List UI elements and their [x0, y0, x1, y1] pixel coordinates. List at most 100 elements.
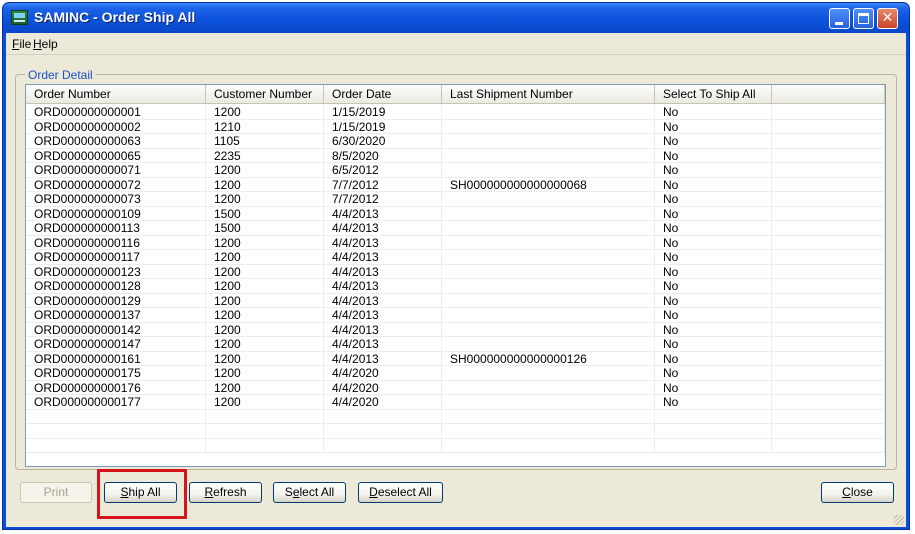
- refresh-button[interactable]: Refresh: [189, 482, 262, 503]
- order-date-cell: 4/4/2013: [324, 351, 442, 366]
- customer-number-cell: 1200: [206, 177, 324, 192]
- table-row[interactable]: ORD000000000117 1200 4/4/2013 No: [26, 250, 885, 265]
- filler-cell: [772, 177, 885, 192]
- resize-grip[interactable]: [894, 515, 904, 525]
- customer-number-cell: 1200: [206, 395, 324, 410]
- table-row[interactable]: ORD000000000137 1200 4/4/2013 No: [26, 308, 885, 323]
- select-to-ship-all-cell: No: [655, 395, 772, 410]
- select-to-ship-all-cell: No: [655, 134, 772, 149]
- table-row[interactable]: ORD000000000176 1200 4/4/2020 No: [26, 380, 885, 395]
- table-row[interactable]: ORD000000000116 1200 4/4/2013 No: [26, 235, 885, 250]
- minimize-button[interactable]: [829, 8, 850, 29]
- select-to-ship-all-cell: No: [655, 163, 772, 178]
- empty-cell: [772, 409, 885, 424]
- table-row[interactable]: ORD000000000002 1210 1/15/2019 No: [26, 119, 885, 134]
- table-row[interactable]: ORD000000000073 1200 7/7/2012 No: [26, 192, 885, 207]
- customer-number-cell: 1200: [206, 308, 324, 323]
- table-row[interactable]: ORD000000000129 1200 4/4/2013 No: [26, 293, 885, 308]
- order-date-cell: 4/4/2013: [324, 221, 442, 236]
- order-list[interactable]: Order Number Customer Number Order Date …: [25, 84, 886, 467]
- title-bar[interactable]: SAMINC - Order Ship All ✕: [3, 3, 909, 33]
- order-number-cell: ORD000000000142: [26, 322, 206, 337]
- menu-file[interactable]: File: [12, 37, 31, 51]
- order-number-cell: ORD000000000175: [26, 366, 206, 381]
- order-date-cell: 1/15/2019: [324, 119, 442, 134]
- column-header-order-number[interactable]: Order Number: [26, 85, 206, 104]
- order-date-cell: 4/4/2013: [324, 235, 442, 250]
- select-to-ship-all-cell: No: [655, 221, 772, 236]
- select-to-ship-all-cell: No: [655, 308, 772, 323]
- table-row[interactable]: ORD000000000063 1105 6/30/2020 No: [26, 134, 885, 149]
- order-number-cell: ORD000000000137: [26, 308, 206, 323]
- empty-cell: [442, 409, 655, 424]
- empty-cell: [442, 438, 655, 453]
- table-row[interactable]: ORD000000000128 1200 4/4/2013 No: [26, 279, 885, 294]
- table-row[interactable]: ORD000000000123 1200 4/4/2013 No: [26, 264, 885, 279]
- column-header-select-to-ship-all[interactable]: Select To Ship All: [655, 85, 772, 104]
- order-number-cell: ORD000000000109: [26, 206, 206, 221]
- empty-table-row: [26, 424, 885, 439]
- menu-bar: File Help: [6, 33, 906, 55]
- column-header-customer-number[interactable]: Customer Number: [206, 85, 324, 104]
- table-row[interactable]: ORD000000000142 1200 4/4/2013 No: [26, 322, 885, 337]
- table-row[interactable]: ORD000000000109 1500 4/4/2013 No: [26, 206, 885, 221]
- customer-number-cell: 1210: [206, 119, 324, 134]
- print-button[interactable]: Print: [20, 482, 92, 503]
- close-button[interactable]: Close: [821, 482, 894, 503]
- filler-cell: [772, 380, 885, 395]
- table-row[interactable]: ORD000000000065 2235 8/5/2020 No: [26, 148, 885, 163]
- select-to-ship-all-cell: No: [655, 105, 772, 120]
- select-to-ship-all-cell: No: [655, 177, 772, 192]
- table-row[interactable]: ORD000000000071 1200 6/5/2012 No: [26, 163, 885, 178]
- empty-cell: [655, 438, 772, 453]
- customer-number-cell: 1500: [206, 221, 324, 236]
- table-row[interactable]: ORD000000000161 1200 4/4/2013 SH00000000000…: [26, 351, 885, 366]
- order-number-cell: ORD000000000071: [26, 163, 206, 178]
- customer-number-cell: 1200: [206, 293, 324, 308]
- empty-cell: [26, 409, 206, 424]
- maximize-icon: [858, 13, 869, 24]
- table-row[interactable]: ORD000000000147 1200 4/4/2013 No: [26, 337, 885, 352]
- column-header-last-shipment-number[interactable]: Last Shipment Number: [442, 85, 655, 104]
- empty-cell: [442, 424, 655, 439]
- deselect-all-button[interactable]: Deselect All: [358, 482, 443, 503]
- filler-cell: [772, 351, 885, 366]
- table-row[interactable]: ORD000000000072 1200 7/7/2012 SH00000000000…: [26, 177, 885, 192]
- last-shipment-number-cell: [442, 264, 655, 279]
- close-window-button[interactable]: ✕: [877, 8, 898, 29]
- select-to-ship-all-cell: No: [655, 337, 772, 352]
- last-shipment-number-cell: [442, 206, 655, 221]
- table-row[interactable]: ORD000000000113 1500 4/4/2013 No: [26, 221, 885, 236]
- menu-help[interactable]: Help: [33, 37, 58, 51]
- filler-cell: [772, 322, 885, 337]
- last-shipment-number-cell: [442, 148, 655, 163]
- order-number-cell: ORD000000000147: [26, 337, 206, 352]
- order-number-cell: ORD000000000116: [26, 235, 206, 250]
- table-row[interactable]: ORD000000000177 1200 4/4/2020 No: [26, 395, 885, 410]
- order-date-cell: 4/4/2020: [324, 395, 442, 410]
- ship-all-highlight-box: [97, 469, 187, 519]
- order-number-cell: ORD000000000161: [26, 351, 206, 366]
- empty-cell: [206, 438, 324, 453]
- empty-cell: [206, 409, 324, 424]
- customer-number-cell: 1200: [206, 163, 324, 178]
- order-number-cell: ORD000000000129: [26, 293, 206, 308]
- empty-cell: [324, 409, 442, 424]
- maximize-button[interactable]: [853, 8, 874, 29]
- customer-number-cell: 1200: [206, 279, 324, 294]
- filler-cell: [772, 206, 885, 221]
- order-number-cell: ORD000000000113: [26, 221, 206, 236]
- order-number-cell: ORD000000000001: [26, 105, 206, 120]
- select-all-button[interactable]: Select All: [273, 482, 346, 503]
- table-row[interactable]: ORD000000000175 1200 4/4/2020 No: [26, 366, 885, 381]
- customer-number-cell: 1200: [206, 105, 324, 120]
- customer-number-cell: 1500: [206, 206, 324, 221]
- filler-cell: [772, 395, 885, 410]
- last-shipment-number-cell: SH000000000000000126: [442, 351, 655, 366]
- customer-number-cell: 1105: [206, 134, 324, 149]
- table-row[interactable]: ORD000000000001 1200 1/15/2019 No: [26, 105, 885, 120]
- column-header-order-date[interactable]: Order Date: [324, 85, 442, 104]
- order-date-cell: 4/4/2013: [324, 279, 442, 294]
- order-date-cell: 4/4/2013: [324, 206, 442, 221]
- select-to-ship-all-cell: No: [655, 380, 772, 395]
